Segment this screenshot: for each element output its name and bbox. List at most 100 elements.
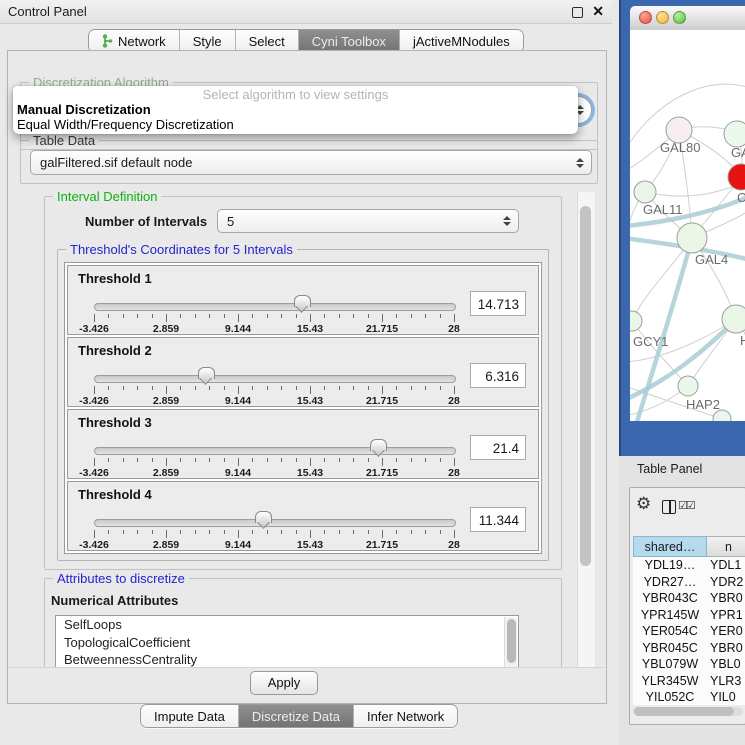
- table-row[interactable]: YPR145WYPR1: [633, 607, 745, 624]
- scrollbar-thumb[interactable]: [580, 206, 591, 566]
- tick-mark: [108, 314, 109, 318]
- cell-shared-name: YLR345W: [633, 674, 707, 688]
- table-row[interactable]: YER054CYER0: [633, 623, 745, 640]
- table-row[interactable]: YBR043CYBR0: [633, 590, 745, 607]
- cell-name: YBR0: [707, 641, 745, 655]
- cell-name: YDL1: [707, 558, 745, 572]
- tick-mark: [224, 386, 225, 390]
- numerical-attributes-list[interactable]: SelfLoopsTopologicalCoefficientBetweenne…: [55, 615, 519, 669]
- tick-label: 21.715: [366, 395, 398, 407]
- tab-select[interactable]: Select: [236, 30, 299, 52]
- network-canvas[interactable]: GAL80GACGAL11GAL4GCY1HHAP2: [630, 30, 745, 421]
- attributes-list-scrollbar[interactable]: [504, 617, 517, 667]
- slider-thumb[interactable]: [255, 511, 272, 523]
- tick-mark: [368, 314, 369, 318]
- close-icon[interactable]: ✕: [592, 3, 604, 20]
- tick-mark: [238, 530, 239, 538]
- threshold-value-field[interactable]: 21.4: [470, 435, 526, 460]
- minimize-traffic-light-icon[interactable]: [656, 11, 669, 24]
- tab-label: Cyni Toolbox: [312, 34, 386, 49]
- list-item[interactable]: TopologicalCoefficient: [56, 634, 518, 652]
- tick-mark: [123, 458, 124, 462]
- table-row[interactable]: YLR345WYLR3: [633, 673, 745, 690]
- dropdown-item-manual-discretization[interactable]: Manual Discretization: [13, 102, 578, 117]
- table-row[interactable]: YBL079WYBL0: [633, 656, 745, 673]
- tick-label: 21.715: [366, 323, 398, 335]
- network-icon: [102, 34, 113, 48]
- tick-mark: [152, 386, 153, 390]
- slider-track[interactable]: [94, 375, 456, 383]
- list-item[interactable]: SelfLoops: [56, 616, 518, 634]
- screenshot-root: Control Panel ✕ Network Style Select Cyn…: [0, 0, 745, 745]
- dropdown-item-equal-width-frequency[interactable]: Equal Width/Frequency Discretization: [13, 117, 578, 132]
- tick-mark: [267, 530, 268, 534]
- column-header-name[interactable]: n: [707, 536, 745, 557]
- network-node[interactable]: [634, 181, 656, 203]
- network-node[interactable]: [678, 376, 698, 396]
- network-node-label: GCY1: [633, 334, 668, 349]
- tick-mark: [152, 458, 153, 462]
- number-of-intervals-combobox[interactable]: 5: [217, 209, 519, 233]
- network-node[interactable]: [630, 311, 642, 331]
- gear-icon[interactable]: ⚙: [636, 494, 651, 514]
- slider-thumb[interactable]: [370, 439, 387, 451]
- zoom-traffic-light-icon[interactable]: [673, 11, 686, 24]
- scrollbar-thumb[interactable]: [634, 707, 734, 716]
- content-scrollbar[interactable]: [577, 192, 595, 700]
- column-header-shared[interactable]: shared…: [633, 536, 707, 557]
- tick-label: 28: [448, 539, 460, 551]
- table-row[interactable]: YIL052CYIL0: [633, 689, 745, 705]
- tab-jactivemnodules[interactable]: jActiveMNodules: [400, 30, 523, 52]
- tick-mark: [296, 386, 297, 390]
- tick-mark: [238, 458, 239, 466]
- slider-track[interactable]: [94, 303, 456, 311]
- tick-mark: [209, 530, 210, 534]
- tab-style[interactable]: Style: [180, 30, 236, 52]
- network-node[interactable]: [722, 305, 745, 333]
- table-row[interactable]: YDR27…YDR2: [633, 574, 745, 591]
- tick-mark: [324, 458, 325, 462]
- tick-mark: [454, 386, 455, 394]
- float-window-icon[interactable]: [572, 7, 583, 18]
- network-graph[interactable]: GAL80GACGAL11GAL4GCY1HHAP2: [630, 30, 745, 421]
- threshold-value-field[interactable]: 6.316: [470, 363, 526, 388]
- checkboxes-icon[interactable]: ☑☑: [678, 499, 694, 512]
- scrollbar-thumb[interactable]: [507, 619, 516, 663]
- table-row[interactable]: YDL19…YDL1: [633, 557, 745, 574]
- tick-label: 28: [448, 395, 460, 407]
- tab-impute-data[interactable]: Impute Data: [141, 705, 239, 727]
- tab-discretize-data[interactable]: Discretize Data: [239, 705, 354, 727]
- tick-mark: [310, 386, 311, 394]
- network-node-label: GAL11: [643, 202, 683, 217]
- tab-infer-network[interactable]: Infer Network: [354, 705, 457, 727]
- network-node[interactable]: [728, 164, 745, 190]
- network-window-titlebar[interactable]: [630, 6, 745, 31]
- slider-track[interactable]: [94, 519, 456, 527]
- tick-mark: [108, 458, 109, 462]
- close-traffic-light-icon[interactable]: [639, 11, 652, 24]
- table-row[interactable]: YBR045CYBR0: [633, 640, 745, 657]
- threshold-value-field[interactable]: 11.344: [470, 507, 526, 532]
- tab-cyni-toolbox[interactable]: Cyni Toolbox: [299, 30, 400, 52]
- combo-arrows-icon: [503, 216, 511, 226]
- slider-track[interactable]: [94, 447, 456, 455]
- table-horizontal-scrollbar[interactable]: [633, 707, 743, 716]
- table-data-combobox[interactable]: galFiltered.sif default node: [30, 150, 592, 175]
- tick-mark: [353, 458, 354, 462]
- network-node[interactable]: [724, 121, 745, 147]
- threshold-value-field[interactable]: 14.713: [470, 291, 526, 316]
- tick-mark: [180, 314, 181, 318]
- slider-thumb[interactable]: [198, 367, 215, 379]
- tab-network[interactable]: Network: [89, 30, 180, 52]
- list-item[interactable]: BetweennessCentrality: [56, 651, 518, 669]
- tick-label: 28: [448, 467, 460, 479]
- apply-button[interactable]: Apply: [250, 671, 318, 695]
- tick-mark: [281, 530, 282, 534]
- tick-label: 21.715: [366, 539, 398, 551]
- slider-thumb[interactable]: [294, 295, 311, 307]
- network-node[interactable]: [677, 223, 707, 253]
- bottom-tab-bar: Impute Data Discretize Data Infer Networ…: [140, 704, 458, 728]
- split-columns-icon[interactable]: [662, 500, 676, 514]
- tick-mark: [382, 314, 383, 322]
- tick-mark: [353, 314, 354, 318]
